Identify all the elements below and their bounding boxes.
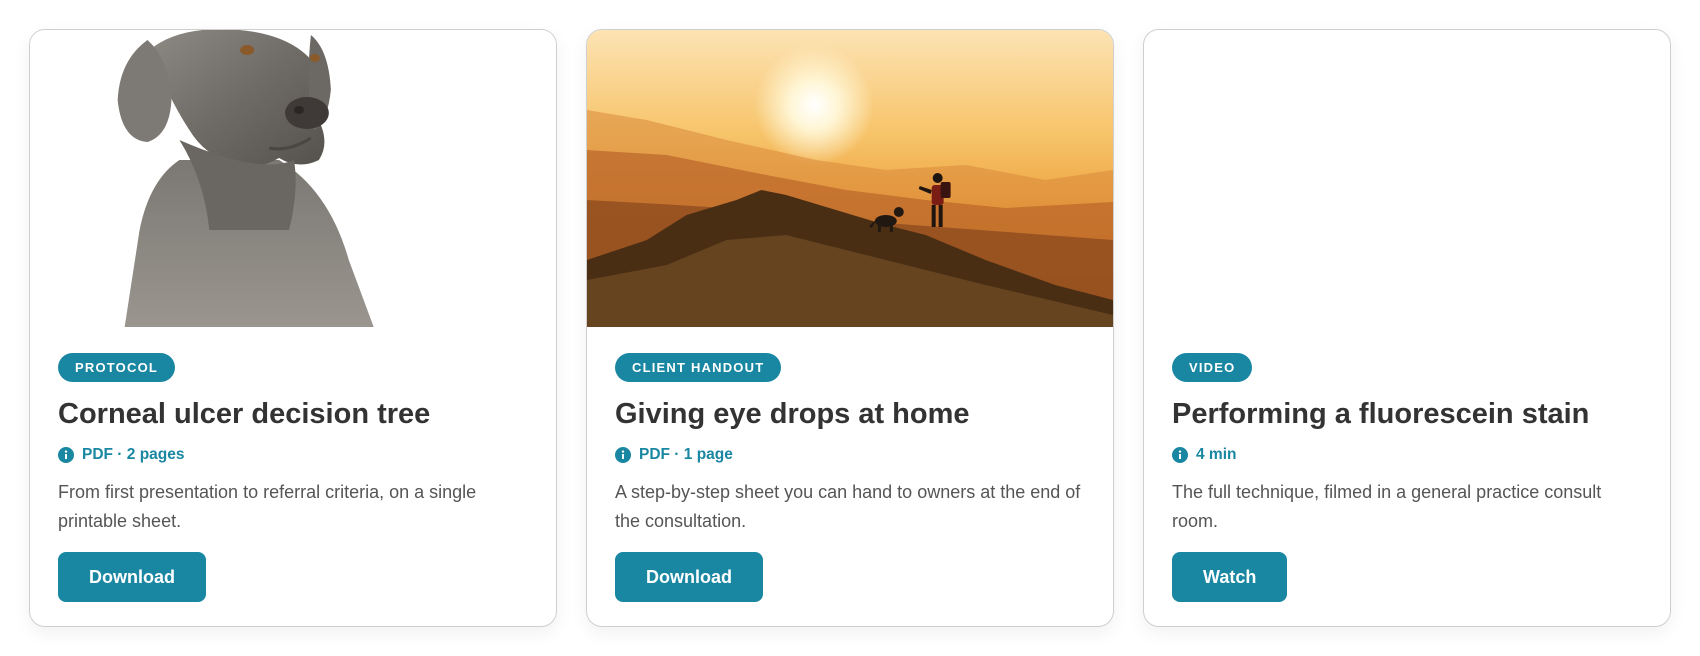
resource-card-fluorescein: VIDEO Performing a fluorescein stain 4 m…	[1143, 29, 1671, 627]
card-title: Giving eye drops at home	[615, 398, 970, 430]
meta-text: PDF · 1 page	[639, 446, 733, 463]
card-description: A step-by-step sheet you can hand to own…	[615, 482, 1081, 531]
card-meta: PDF · 2 pages	[58, 444, 528, 466]
card-image-video-thumbnail[interactable]	[1144, 30, 1670, 327]
resource-card-eye-drops: CLIENT HANDOUT Giving eye drops at home …	[586, 29, 1114, 627]
card-body: VIDEO Performing a fluorescein stain 4 m…	[1144, 327, 1670, 602]
info-icon	[615, 447, 631, 463]
card-title: Corneal ulcer decision tree	[58, 398, 431, 430]
card-body: PROTOCOL Corneal ulcer decision tree PDF…	[30, 327, 556, 602]
sunset-hiker-image	[587, 30, 1113, 327]
weimaraner-dog-image	[30, 30, 556, 327]
info-icon	[58, 447, 74, 463]
meta-text: 4 min	[1196, 446, 1237, 463]
info-icon	[1172, 447, 1188, 463]
card-meta: 4 min	[1172, 444, 1642, 466]
resource-card-corneal-ulcer: PROTOCOL Corneal ulcer decision tree PDF…	[29, 29, 557, 627]
resource-card-grid: PROTOCOL Corneal ulcer decision tree PDF…	[29, 29, 1671, 627]
card-description: The full technique, filmed in a general …	[1172, 482, 1602, 531]
card-image-sunset	[587, 30, 1113, 327]
watch-button[interactable]: Watch	[1172, 552, 1288, 602]
card-description: From first presentation to referral crit…	[58, 482, 477, 531]
card-meta: PDF · 1 page	[615, 444, 1085, 466]
category-badge: VIDEO	[1172, 353, 1253, 382]
card-image-dog	[30, 30, 556, 327]
download-button[interactable]: Download	[58, 552, 206, 602]
download-button[interactable]: Download	[615, 552, 763, 602]
card-body: CLIENT HANDOUT Giving eye drops at home …	[587, 327, 1113, 602]
category-badge: CLIENT HANDOUT	[615, 353, 782, 382]
meta-text: PDF · 2 pages	[82, 446, 185, 463]
category-badge: PROTOCOL	[58, 353, 176, 382]
card-title: Performing a fluorescein stain	[1172, 398, 1590, 430]
